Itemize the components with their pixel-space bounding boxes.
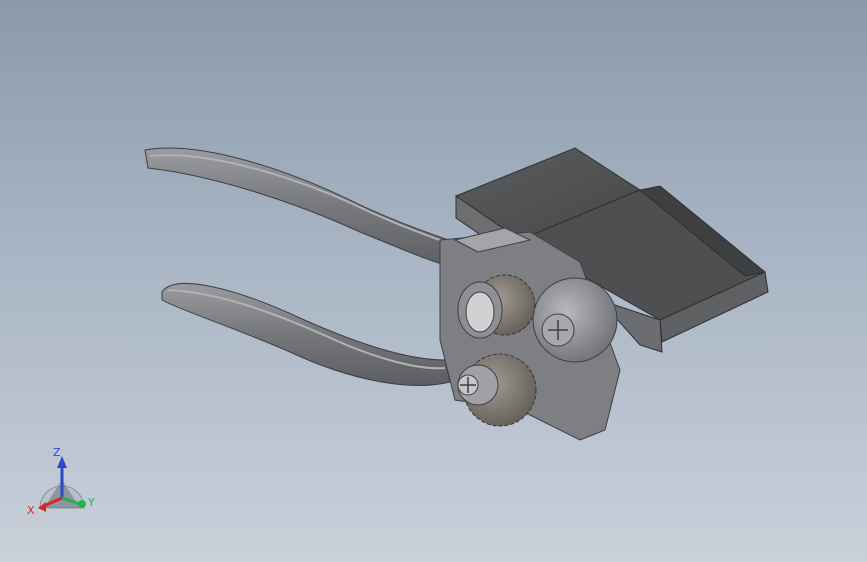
graphics-viewport[interactable]: Z Y X [0,0,867,562]
x-axis-label: X [27,504,35,517]
upper-handle [144,147,471,271]
z-axis-label: Z [53,446,61,459]
y-axis-arrow [78,500,86,508]
y-axis-label: Y [87,496,95,509]
lower-handle [161,283,451,386]
pliers-assembly-model[interactable] [0,0,867,562]
axis-triad: Z Y X [27,446,95,517]
right-roller [532,277,618,363]
